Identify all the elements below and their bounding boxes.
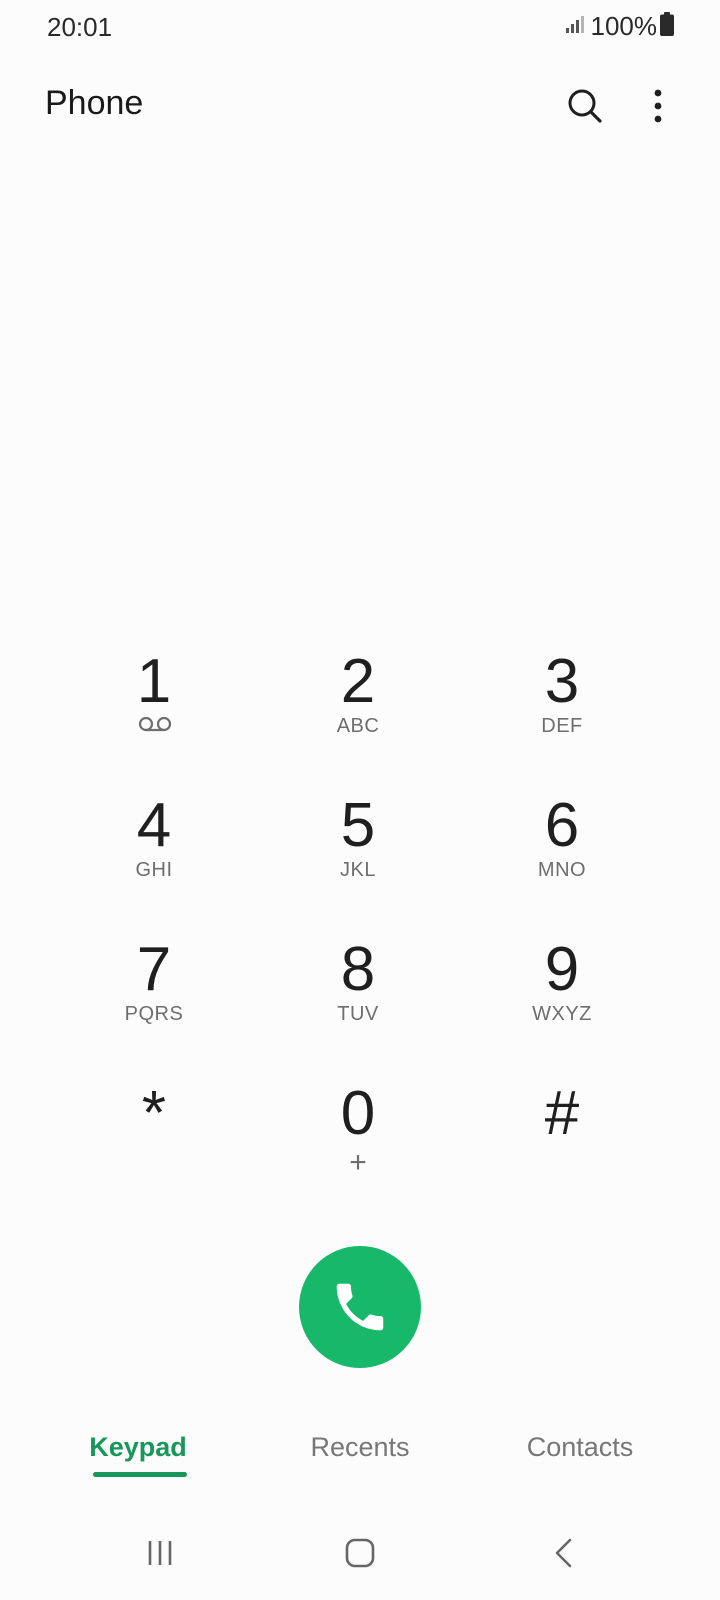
navigation-bar — [0, 1518, 720, 1588]
status-time: 20:01 — [47, 12, 113, 42]
key-1[interactable]: 1 — [52, 640, 256, 784]
battery-percentage: 100% — [590, 10, 658, 41]
active-tab-indicator — [93, 1472, 187, 1477]
more-options-icon — [654, 89, 662, 123]
key-letters: PQRS — [124, 1003, 184, 1025]
key-letters: ABC — [336, 715, 380, 737]
key-digit: 1 — [136, 647, 172, 716]
status-icons: 100% — [565, 10, 674, 42]
key-4[interactable]: 4 GHI — [52, 784, 256, 928]
key-3[interactable]: 3 DEF — [460, 640, 664, 784]
key-letters: TUV — [337, 1003, 379, 1025]
key-9[interactable]: 9 WXYZ — [460, 928, 664, 1072]
key-letters: MNO — [537, 859, 587, 881]
search-button[interactable] — [557, 78, 613, 134]
key-digit: 5 — [340, 791, 376, 860]
app-bar: Phone — [0, 70, 720, 140]
signal-icon — [565, 14, 585, 39]
back-button[interactable] — [524, 1518, 604, 1588]
key-digit: 8 — [340, 935, 376, 1004]
key-digit: 2 — [340, 647, 376, 716]
page-title: Phone — [45, 84, 144, 122]
search-icon — [568, 89, 602, 123]
battery-icon — [660, 11, 674, 41]
key-letters: + — [349, 1146, 367, 1179]
tab-contacts[interactable]: Contacts — [515, 1412, 645, 1482]
key-digit: 4 — [136, 791, 172, 860]
more-options-button[interactable] — [630, 78, 686, 134]
key-letters: DEF — [541, 715, 583, 737]
key-digit: 7 — [136, 935, 172, 1004]
key-6[interactable]: 6 MNO — [460, 784, 664, 928]
key-letters: GHI — [135, 859, 173, 881]
key-digit: 9 — [544, 935, 580, 1004]
voicemail-icon — [138, 716, 172, 732]
key-digit: # — [544, 1079, 580, 1148]
home-icon — [345, 1538, 375, 1568]
key-digit: 3 — [544, 647, 580, 716]
status-bar: 20:01 100% — [0, 0, 720, 56]
dial-keypad: 1 2 ABC 3 DEF 4 GHI 5 JKL 6 MNO 7 PQRS 8… — [52, 640, 664, 1216]
key-letters: WXYZ — [532, 1003, 592, 1025]
key-5[interactable]: 5 JKL — [256, 784, 460, 928]
tab-label: Contacts — [526, 1432, 634, 1462]
key-8[interactable]: 8 TUV — [256, 928, 460, 1072]
key-7[interactable]: 7 PQRS — [52, 928, 256, 1072]
key-digit: * — [141, 1079, 167, 1148]
key-star[interactable]: * — [52, 1072, 256, 1216]
recent-apps-icon — [148, 1541, 172, 1565]
call-button[interactable] — [299, 1246, 421, 1368]
key-letters: JKL — [340, 859, 376, 881]
recent-apps-button[interactable] — [120, 1518, 200, 1588]
tab-label: Recents — [310, 1432, 410, 1462]
key-2[interactable]: 2 ABC — [256, 640, 460, 784]
phone-icon — [336, 1283, 384, 1331]
home-button[interactable] — [320, 1518, 400, 1588]
key-digit: 6 — [544, 791, 580, 860]
key-hash[interactable]: # — [460, 1072, 664, 1216]
tab-recents[interactable]: Recents — [300, 1412, 420, 1482]
key-0[interactable]: 0 + — [256, 1072, 460, 1216]
tab-label: Keypad — [89, 1432, 187, 1462]
key-digit: 0 — [340, 1079, 376, 1148]
back-icon — [555, 1538, 572, 1568]
